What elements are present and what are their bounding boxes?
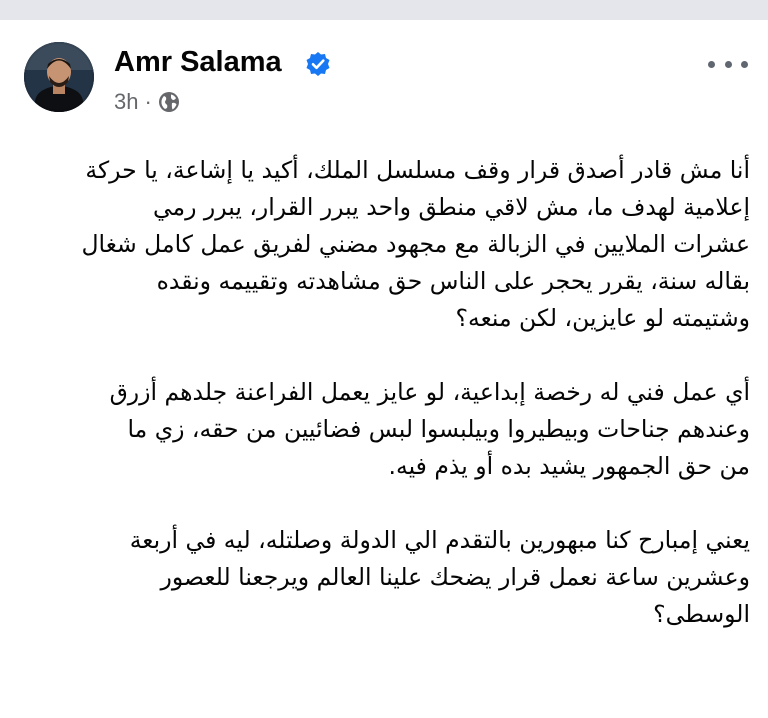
more-options-icon[interactable] bbox=[708, 52, 748, 76]
text-line: إعلامية لهدف ما، مش لاقي منطق واحد يبرر … bbox=[152, 193, 750, 221]
post-meta: 3h · bbox=[114, 89, 180, 115]
avatar[interactable] bbox=[24, 42, 94, 112]
top-strip bbox=[0, 0, 768, 20]
author-name[interactable]: Amr Salama bbox=[114, 46, 282, 79]
post-text: أنا مش قادر أصدق قرار وقف مسلسل الملك، أ… bbox=[24, 152, 750, 633]
verified-badge-icon bbox=[306, 52, 330, 76]
text-line: يعني إمبارح كنا مبهورين بالتقدم الي الدو… bbox=[129, 526, 750, 554]
post-paragraph-1: أنا مش قادر أصدق قرار وقف مسلسل الملك، أ… bbox=[24, 152, 750, 337]
text-line: أنا مش قادر أصدق قرار وقف مسلسل الملك، أ… bbox=[85, 156, 750, 184]
text-line: وعندهم جناحات وبيطيروا وبيلبسوا لبس فضائ… bbox=[127, 415, 751, 443]
more-dot bbox=[741, 60, 748, 68]
post-time[interactable]: 3h bbox=[114, 89, 138, 115]
meta-separator: · bbox=[144, 89, 152, 114]
globe-icon[interactable] bbox=[158, 91, 180, 113]
text-line: من حق الجمهور يشيد بده أو يذم فيه. bbox=[388, 452, 750, 480]
more-dot bbox=[724, 60, 732, 68]
text-line: بقاله سنة، يقرر يحجر على الناس حق مشاهدت… bbox=[156, 267, 750, 295]
text-line: وعشرين ساعة نعمل قرار يضحك علينا العالم … bbox=[160, 563, 750, 591]
text-line: عشرات الملايين في الزبالة مع مجهود مضني … bbox=[81, 230, 750, 258]
post-header: Amr Salama 3h · bbox=[24, 42, 748, 122]
text-line: أي عمل فني له رخصة إبداعية، لو عايز يعمل… bbox=[109, 378, 750, 406]
avatar-ring bbox=[24, 42, 94, 112]
post-paragraph-3: يعني إمبارح كنا مبهورين بالتقدم الي الدو… bbox=[24, 522, 750, 633]
post-paragraph-2: أي عمل فني له رخصة إبداعية، لو عايز يعمل… bbox=[24, 374, 750, 485]
more-dot bbox=[708, 60, 715, 68]
text-line: الوسطى؟ bbox=[653, 600, 750, 628]
post-card: Amr Salama 3h · أنا مش قادر أصدق قرار وق… bbox=[0, 20, 768, 718]
text-line: وشتيمته لو عايزين، لكن منعه؟ bbox=[455, 304, 751, 332]
